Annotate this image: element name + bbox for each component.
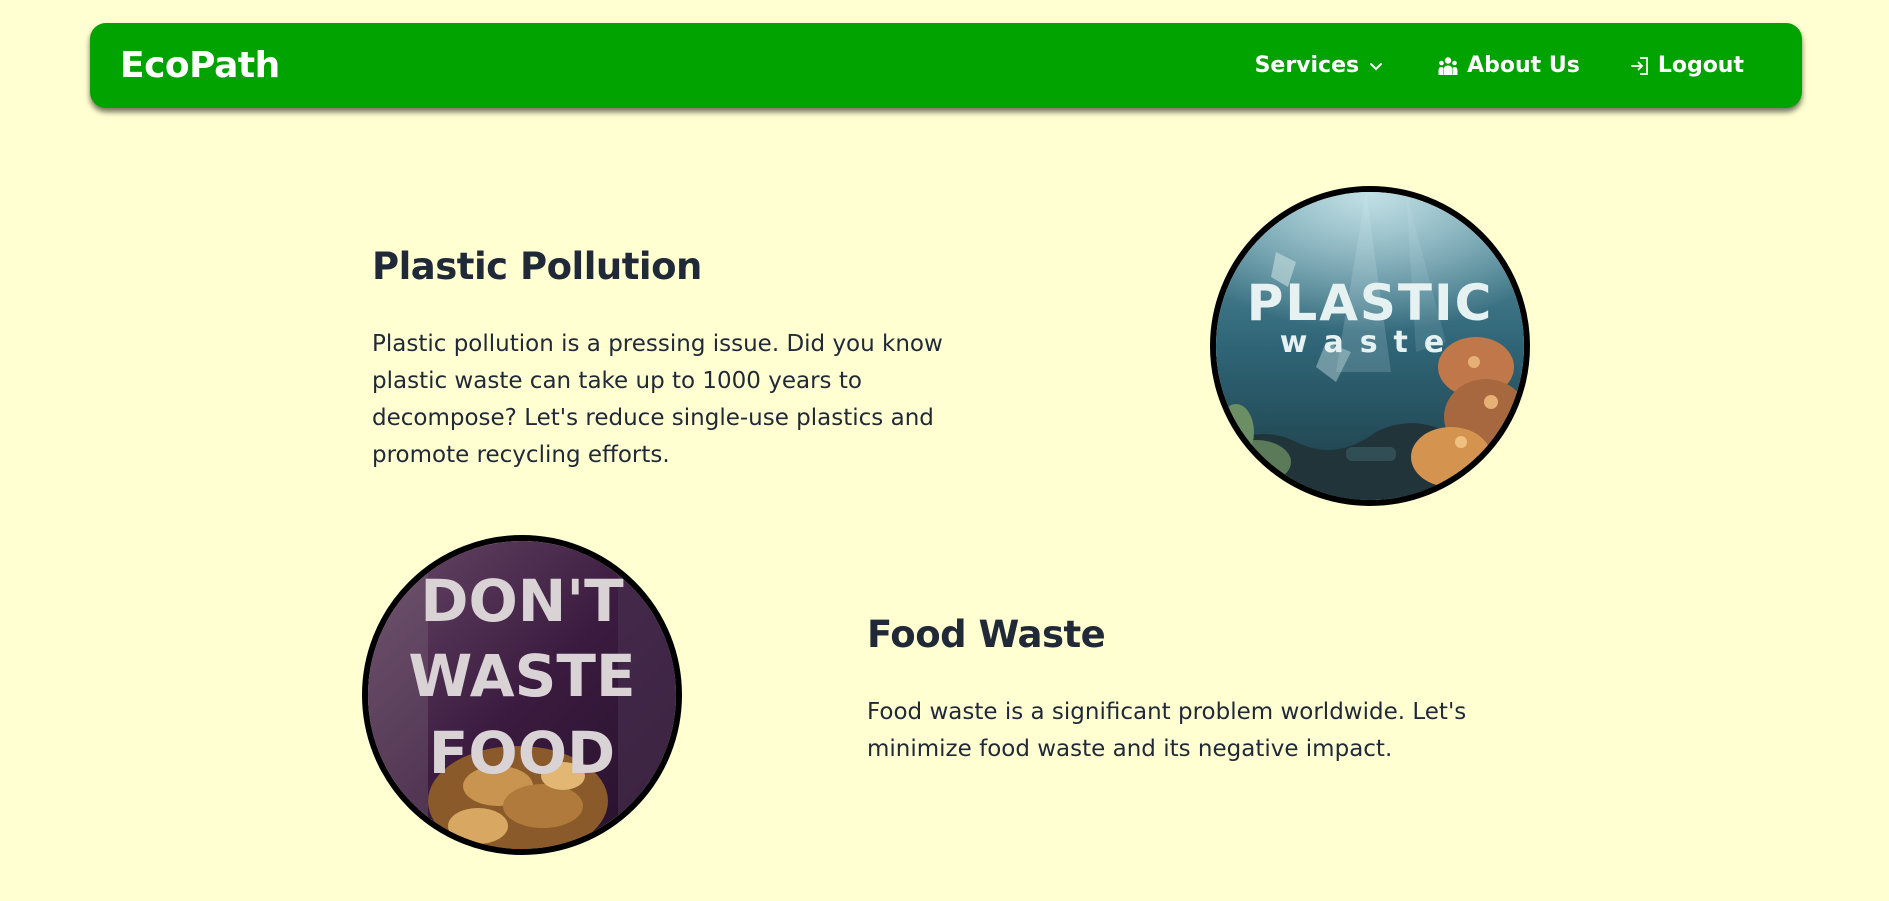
about-us-label: About Us — [1467, 53, 1580, 78]
food-waste-section: Food Waste Food waste is a significant p… — [867, 613, 1487, 768]
food-image-word-1: DON'T — [420, 567, 624, 635]
plastic-pollution-text: Plastic pollution is a pressing issue. D… — [372, 331, 943, 468]
chevron-down-icon — [1369, 61, 1383, 71]
food-waste-title: Food Waste — [867, 613, 1106, 656]
navbar: EcoPath Services About Us Logout — [90, 23, 1802, 108]
plastic-pollution-section: Plastic Pollution Plastic pollution is a… — [372, 245, 1012, 474]
plastic-pollution-title: Plastic Pollution — [372, 245, 702, 288]
food-waste-image: DON'T WASTE FOOD — [362, 535, 682, 855]
plastic-image-word-2: waste — [1280, 325, 1461, 360]
logout-label: Logout — [1657, 53, 1744, 78]
food-image-word-3: FOOD — [429, 719, 615, 787]
logout-icon — [1630, 56, 1650, 76]
users-icon — [1437, 56, 1459, 76]
services-menu[interactable]: Services — [1255, 53, 1384, 78]
plastic-image-word-1: PLASTIC — [1247, 274, 1494, 332]
logout-link[interactable]: Logout — [1630, 53, 1744, 78]
food-waste-text: Food waste is a significant problem worl… — [867, 699, 1467, 762]
about-us-link[interactable]: About Us — [1437, 53, 1580, 78]
brand-logo[interactable]: EcoPath — [120, 45, 280, 86]
services-label: Services — [1254, 53, 1360, 78]
nav-links: Services About Us Logout — [1255, 53, 1772, 78]
food-image-word-2: WASTE — [408, 642, 635, 710]
plastic-waste-image: PLASTIC waste — [1210, 186, 1530, 506]
